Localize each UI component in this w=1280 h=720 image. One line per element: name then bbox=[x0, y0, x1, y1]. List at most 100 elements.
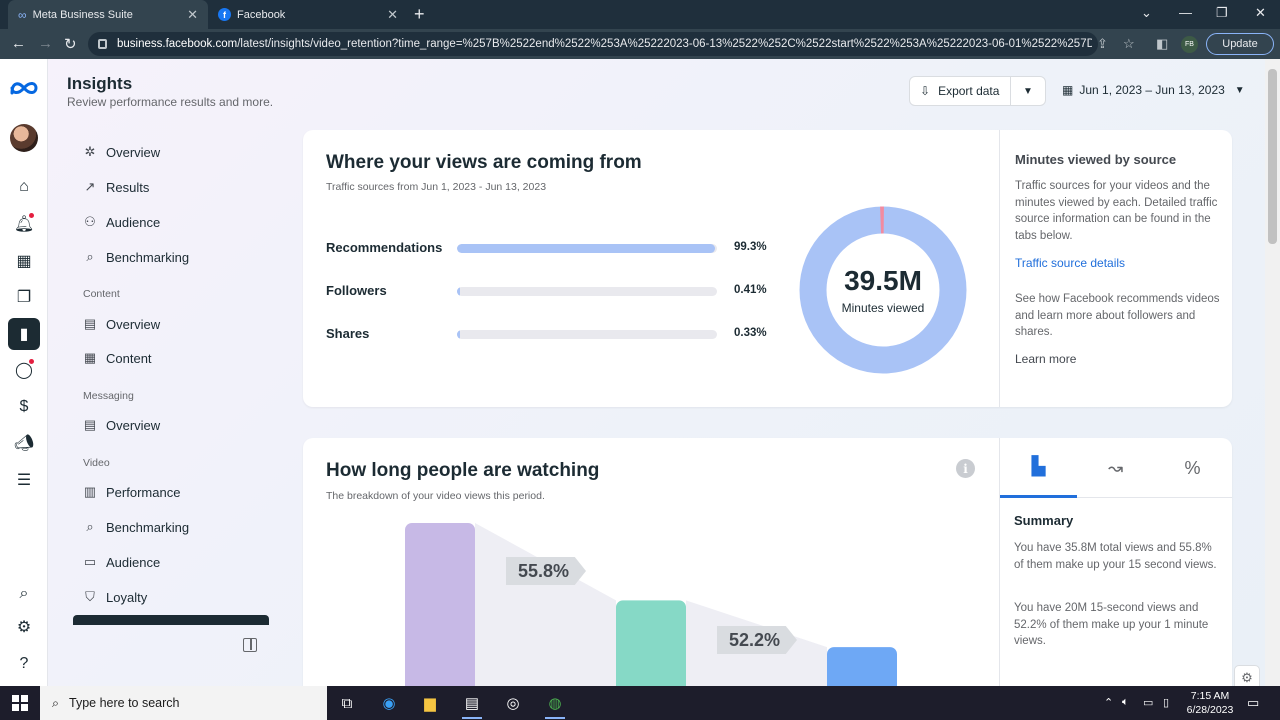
browser-toolbar: ← → ↻ business.facebook.com/latest/insig… bbox=[0, 29, 1280, 59]
traffic-source-details-link[interactable]: Traffic source details bbox=[1015, 256, 1125, 270]
info-icon[interactable]: i bbox=[956, 459, 975, 478]
subnav-video-audience[interactable]: ▭ Audience bbox=[82, 554, 160, 570]
section-content: Content bbox=[83, 288, 120, 300]
retention-tag: 52.2% bbox=[717, 626, 797, 654]
bookmark-star-icon[interactable]: ☆ bbox=[1123, 36, 1135, 52]
share-icon[interactable]: ⇪ bbox=[1097, 36, 1108, 52]
source-label: Recommendations bbox=[326, 240, 443, 255]
document-app-icon[interactable]: ▤ bbox=[460, 692, 484, 719]
notification-center-icon[interactable]: ▭ bbox=[1247, 695, 1259, 711]
subnav-video-benchmarking[interactable]: ⌕ Benchmarking bbox=[82, 519, 189, 535]
meta-logo-icon[interactable] bbox=[9, 79, 39, 97]
collapse-sidebar-icon[interactable] bbox=[243, 638, 257, 652]
tray-chevron-icon[interactable]: ⌃ bbox=[1104, 696, 1113, 709]
monetization-icon[interactable]: $ bbox=[8, 391, 40, 423]
network-icon[interactable]: ▭ bbox=[1143, 696, 1153, 709]
section-video: Video bbox=[83, 457, 110, 469]
planner-icon[interactable]: ▦ bbox=[8, 245, 40, 277]
chart-view-tabs: ▙ ↝ % bbox=[1000, 438, 1232, 498]
shield-icon: ⛉ bbox=[85, 589, 95, 604]
insights-icon[interactable]: ▮ bbox=[8, 318, 40, 350]
source-bar-fill bbox=[457, 330, 460, 339]
notification-dot bbox=[29, 213, 34, 218]
search-icon[interactable]: ⌕ bbox=[8, 578, 40, 610]
new-tab-button[interactable]: + bbox=[414, 4, 425, 25]
source-label: Followers bbox=[326, 283, 387, 298]
update-button[interactable]: Update bbox=[1206, 33, 1274, 55]
source-percent: 99.3% bbox=[734, 241, 767, 253]
selected-item-indicator bbox=[73, 615, 269, 625]
notification-dot bbox=[29, 359, 34, 364]
card-title: Where your views are coming from bbox=[326, 152, 642, 173]
subnav-audience[interactable]: ⚇ Audience bbox=[82, 214, 160, 230]
profile-avatar[interactable]: FB bbox=[1181, 36, 1198, 53]
tab-meta-business-suite[interactable]: ∞ Meta Business Suite ✕ bbox=[8, 0, 208, 29]
windows-start-icon[interactable] bbox=[12, 695, 28, 711]
global-nav-rail: ⌂ 🔔︎ ▦ ❐ ▮ ◯ $ 📣︎ ☰ ⌕ ⚙ ? bbox=[0, 59, 48, 686]
task-view-icon[interactable]: ⧉ bbox=[335, 692, 359, 714]
reload-button[interactable]: ↻ bbox=[64, 35, 77, 53]
taskbar-search-box[interactable]: ⌕ Type here to search bbox=[40, 686, 327, 720]
maximize-button[interactable]: ❐ bbox=[1216, 5, 1228, 21]
benchmark-icon: ⌕ bbox=[86, 249, 94, 264]
subnav-video-performance[interactable]: ▥ Performance bbox=[82, 484, 181, 500]
content-icon[interactable]: ❐ bbox=[8, 281, 40, 313]
settings-gear-icon[interactable]: ⚙ bbox=[8, 611, 40, 643]
export-label: Export data bbox=[938, 84, 1000, 98]
close-icon[interactable]: ✕ bbox=[187, 7, 198, 23]
address-bar[interactable]: business.facebook.com/latest/insights/vi… bbox=[88, 32, 1098, 56]
subnav-video-loyalty[interactable]: ⛉ Loyalty bbox=[82, 589, 147, 605]
meta-favicon-icon: ∞ bbox=[18, 7, 27, 22]
card-divider bbox=[999, 130, 1000, 407]
system-clock[interactable]: 7:15 AM 6/28/2023 bbox=[1182, 689, 1238, 717]
export-dropdown-caret-icon[interactable]: ▼ bbox=[1011, 86, 1045, 97]
volume-icon[interactable]: 🔈︎ bbox=[1122, 696, 1129, 709]
edge-browser-icon[interactable]: ◉ bbox=[377, 692, 401, 714]
page-title: Insights bbox=[67, 74, 133, 93]
page-scrollbar[interactable] bbox=[1265, 59, 1280, 686]
subnav-label: Overview bbox=[106, 316, 161, 332]
tab-percent[interactable]: % bbox=[1154, 438, 1231, 498]
date-range-picker[interactable]: ▦ Jun 1, 2023 – Jun 13, 2023 ▼ bbox=[1062, 83, 1245, 97]
help-widget-icon[interactable]: ⚙ bbox=[1234, 665, 1260, 686]
subnav-messaging-overview[interactable]: ▤ Overview bbox=[82, 417, 160, 433]
subnav-overview[interactable]: ✲ Overview bbox=[82, 144, 161, 160]
obs-icon[interactable]: ◎ bbox=[501, 692, 525, 714]
all-tools-menu-icon[interactable]: ☰ bbox=[8, 464, 40, 496]
close-icon[interactable]: ✕ bbox=[387, 7, 398, 23]
scroll-thumb[interactable] bbox=[1268, 69, 1277, 244]
close-window-button[interactable]: ✕ bbox=[1255, 5, 1266, 21]
learn-more-link[interactable]: Learn more bbox=[1015, 352, 1076, 366]
home-icon[interactable]: ⌂ bbox=[8, 171, 40, 203]
help-icon[interactable]: ? bbox=[8, 648, 40, 680]
chevron-down-icon: ▼ bbox=[1234, 84, 1245, 96]
subnav-content-overview[interactable]: ▤ Overview bbox=[82, 316, 160, 332]
ads-megaphone-icon[interactable]: 📣︎ bbox=[8, 427, 40, 459]
card-subtitle: Traffic sources from Jun 1, 2023 - Jun 1… bbox=[326, 181, 547, 193]
minimize-button[interactable]: — bbox=[1179, 5, 1192, 20]
battery-icon[interactable]: ▯ bbox=[1163, 696, 1169, 709]
subnav-label: Audience bbox=[106, 214, 161, 230]
bar-chart-icon: ▙ bbox=[1031, 456, 1046, 476]
subnav-results[interactable]: ↗ Results bbox=[82, 179, 150, 195]
chrome-browser-icon[interactable]: ◍ bbox=[543, 692, 567, 719]
page-avatar[interactable] bbox=[10, 124, 38, 152]
retention-chart-svg bbox=[405, 523, 897, 686]
forward-button[interactable]: → bbox=[38, 35, 53, 52]
inbox-icon[interactable]: ◯ bbox=[8, 354, 40, 386]
tab-bar-chart[interactable]: ▙ bbox=[1000, 438, 1077, 498]
meta-business-suite-app: ⌂ 🔔︎ ▦ ❐ ▮ ◯ $ 📣︎ ☰ ⌕ ⚙ ? Insights Revie… bbox=[0, 59, 1280, 686]
notifications-bell-icon[interactable]: 🔔︎ bbox=[8, 208, 40, 240]
source-percent: 0.33% bbox=[734, 327, 767, 339]
file-explorer-icon[interactable]: ▆ bbox=[418, 692, 442, 714]
export-data-main[interactable]: ⇩ Export data bbox=[910, 77, 1011, 105]
summary-text: You have 35.8M total views and 55.8% of … bbox=[1014, 542, 1217, 571]
subnav-benchmarking[interactable]: ⌕ Benchmarking bbox=[82, 249, 189, 265]
views-source-card: Where your views are coming from Traffic… bbox=[303, 130, 1232, 407]
tab-line-chart[interactable]: ↝ bbox=[1077, 438, 1154, 498]
tab-search-icon[interactable]: ⌄ bbox=[1141, 5, 1152, 21]
back-button[interactable]: ← bbox=[11, 35, 26, 52]
tab-facebook[interactable]: f Facebook ✕ bbox=[208, 0, 408, 29]
side-panel-icon[interactable]: ◧ bbox=[1156, 36, 1168, 52]
subnav-content[interactable]: ▦ Content bbox=[82, 350, 152, 366]
